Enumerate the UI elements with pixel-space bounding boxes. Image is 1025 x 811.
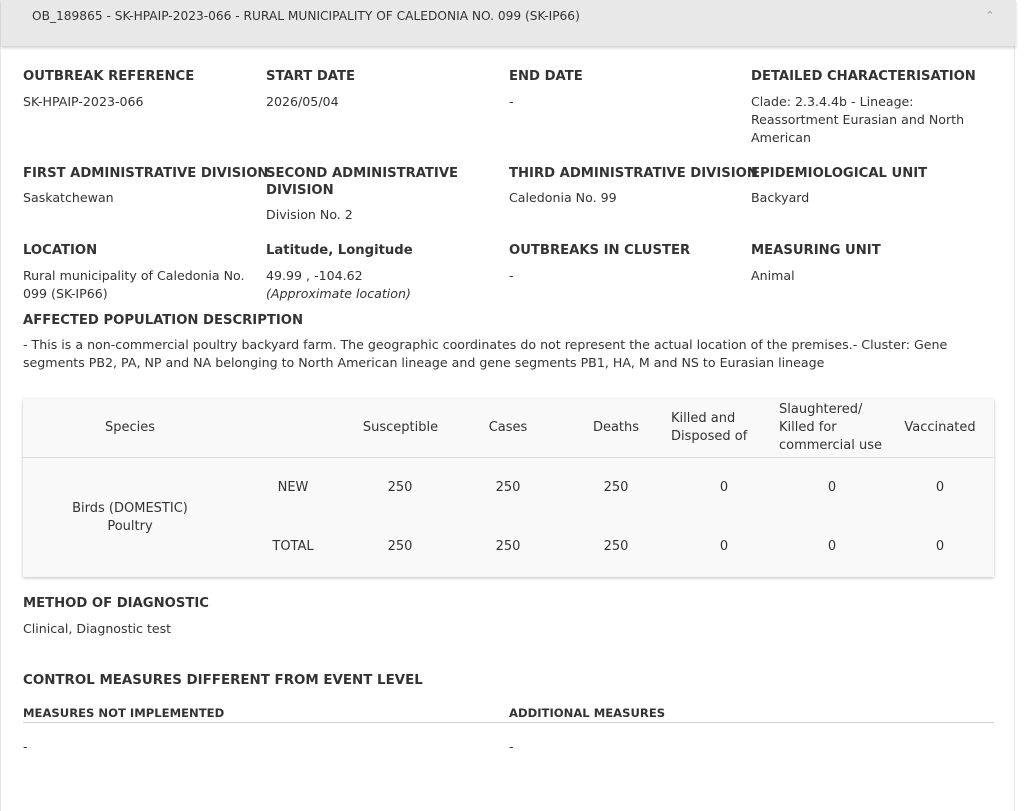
row-total-type: TOTAL <box>272 539 314 554</box>
species-name: Birds (DOMESTIC) Poultry <box>72 501 188 534</box>
row-total-deaths: 250 <box>603 539 629 554</box>
header-deaths: Deaths <box>592 420 640 435</box>
row-new-vaccinated: 0 <box>935 480 945 495</box>
header-species: Species <box>104 420 156 435</box>
outbreak-panel-header[interactable]: OB_189865 - SK-HPAIP-2023-066 - RURAL MU… <box>1 0 1016 46</box>
species-table: Species Susceptible Cases Deaths Killed … <box>23 399 994 577</box>
additional-measures-value: - <box>509 739 514 754</box>
row-new-susceptible: 250 <box>387 480 413 495</box>
row-new-killed: 0 <box>719 480 729 495</box>
outbreak-reference-label: OUTBREAK REFERENCE <box>23 69 195 84</box>
measures-not-implemented-value: - <box>23 739 28 754</box>
measuring-unit-value: Animal <box>751 268 795 283</box>
header-cases: Cases <box>488 420 528 435</box>
row-new-type: NEW <box>277 480 309 495</box>
third-admin-division-label: THIRD ADMINISTRATIVE DIVISION <box>509 166 758 181</box>
row-total-susceptible: 250 <box>387 539 413 554</box>
chevron-up-icon[interactable]: ⌃ <box>983 9 997 23</box>
header-susceptible: Susceptible <box>362 420 439 435</box>
control-measures-title: CONTROL MEASURES DIFFERENT FROM EVENT LE… <box>23 673 423 688</box>
table-header-divider <box>23 457 994 458</box>
lat-long-label: Latitude, Longitude <box>266 243 413 258</box>
detailed-characterisation-label: DETAILED CHARACTERISATION <box>751 69 976 84</box>
row-total-vaccinated: 0 <box>935 539 945 554</box>
outbreak-panel: OB_189865 - SK-HPAIP-2023-066 - RURAL MU… <box>0 0 1016 811</box>
header-vaccinated: Vaccinated <box>904 420 976 435</box>
measures-not-implemented-label: MEASURES NOT IMPLEMENTED <box>23 706 225 720</box>
end-date-value: - <box>509 94 514 109</box>
outbreaks-in-cluster-value: - <box>509 268 514 283</box>
row-new-cases: 250 <box>495 480 521 495</box>
affected-population-label: AFFECTED POPULATION DESCRIPTION <box>23 313 304 328</box>
outbreaks-in-cluster-label: OUTBREAKS IN CLUSTER <box>509 243 691 258</box>
row-total-killed: 0 <box>719 539 729 554</box>
row-new-deaths: 250 <box>603 480 629 495</box>
end-date-label: END DATE <box>509 69 583 84</box>
detailed-characterisation-value: Clade: 2.3.4.4b - Lineage: Reassortment … <box>751 94 965 145</box>
header-killed-disposed: Killed and Disposed of <box>671 411 748 444</box>
location-value: Rural municipality of Caledonia No. 099 … <box>23 268 245 301</box>
location-label: LOCATION <box>23 243 98 258</box>
header-slaughtered: Slaughtered/ Killed for commercial use <box>779 402 882 453</box>
measuring-unit-label: MEASURING UNIT <box>751 243 881 258</box>
row-total-slaughtered: 0 <box>827 539 837 554</box>
diagnostic-value: Clinical, Diagnostic test <box>23 621 172 636</box>
second-admin-division-label: SECOND ADMINISTRATIVE DIVISION <box>266 166 459 198</box>
first-admin-division-value: Saskatchewan <box>23 190 114 205</box>
epidemiological-unit-label: EPIDEMIOLOGICAL UNIT <box>751 166 928 181</box>
approximate-location-note: (Approximate location) <box>266 286 411 301</box>
row-total-cases: 250 <box>495 539 521 554</box>
outbreak-title: OB_189865 - SK-HPAIP-2023-066 - RURAL MU… <box>32 9 580 23</box>
additional-measures-label: ADDITIONAL MEASURES <box>509 706 666 720</box>
start-date-label: START DATE <box>266 69 355 84</box>
diagnostic-label: METHOD OF DIAGNOSTIC <box>23 596 209 611</box>
row-new-slaughtered: 0 <box>827 480 837 495</box>
third-admin-division-value: Caledonia No. 99 <box>509 190 617 205</box>
start-date-value: 2026/05/04 <box>266 94 339 109</box>
second-admin-division-value: Division No. 2 <box>266 207 353 222</box>
outbreak-reference-value: SK-HPAIP-2023-066 <box>23 94 144 109</box>
affected-population-value: - This is a non-commercial poultry backy… <box>23 337 948 370</box>
epidemiological-unit-value: Backyard <box>751 190 810 205</box>
measures-divider <box>23 722 994 723</box>
first-admin-division-label: FIRST ADMINISTRATIVE DIVISION <box>23 166 269 181</box>
lat-long-value: 49.99 , -104.62 <box>266 268 363 283</box>
